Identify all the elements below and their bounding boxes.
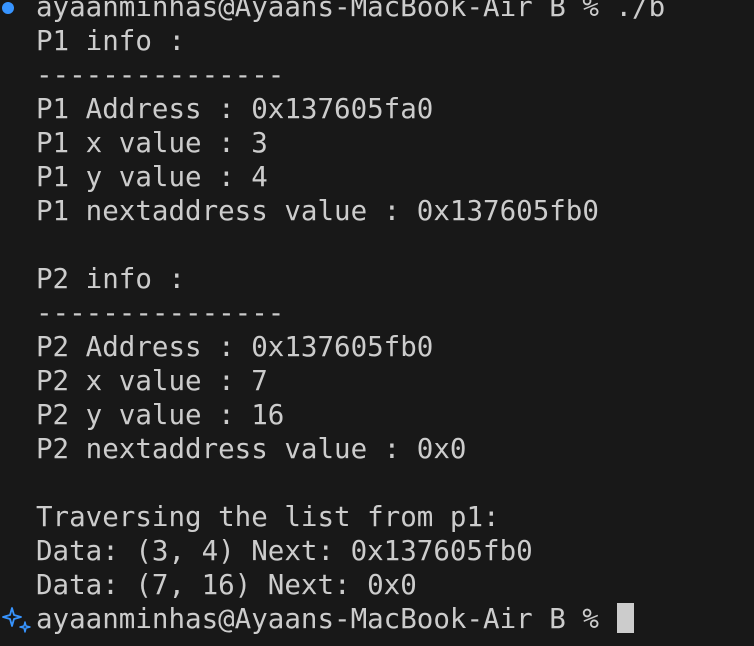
output-line: P2 y value : 16	[36, 399, 285, 431]
text-cursor	[617, 603, 635, 633]
output-line: P2 nextaddress value : 0x0	[36, 433, 467, 465]
output-line: ---------------	[36, 297, 285, 329]
terminal-window[interactable]: ayaanminhas@Ayaans-MacBook-Air B % ./b P…	[0, 0, 754, 646]
output-line: P1 x value : 3	[36, 127, 268, 159]
top-prompt: ayaanminhas@Ayaans-MacBook-Air B % ./b	[36, 0, 666, 23]
circle-dot-icon[interactable]	[2, 2, 14, 14]
output-line: P1 y value : 4	[36, 161, 268, 193]
output-line: Data: (7, 16) Next: 0x0	[36, 569, 417, 601]
output-line: P1 Address : 0x137605fa0	[36, 93, 434, 125]
sparkle-icon[interactable]	[0, 602, 34, 636]
output-line: P1 info :	[36, 25, 186, 57]
output-line: P2 info :	[36, 263, 186, 295]
bottom-prompt-line[interactable]: ayaanminhas@Ayaans-MacBook-Air B %	[36, 602, 635, 636]
output-line: P2 x value : 7	[36, 365, 268, 397]
output-line: Data: (3, 4) Next: 0x137605fb0	[36, 535, 533, 567]
output-line: P2 Address : 0x137605fb0	[36, 331, 434, 363]
output-line: P1 nextaddress value : 0x137605fb0	[36, 195, 599, 227]
bottom-edge	[0, 640, 754, 646]
output-line: Traversing the list from p1:	[36, 501, 500, 533]
bottom-prompt: ayaanminhas@Ayaans-MacBook-Air B %	[36, 603, 616, 635]
output-line: ---------------	[36, 59, 285, 91]
